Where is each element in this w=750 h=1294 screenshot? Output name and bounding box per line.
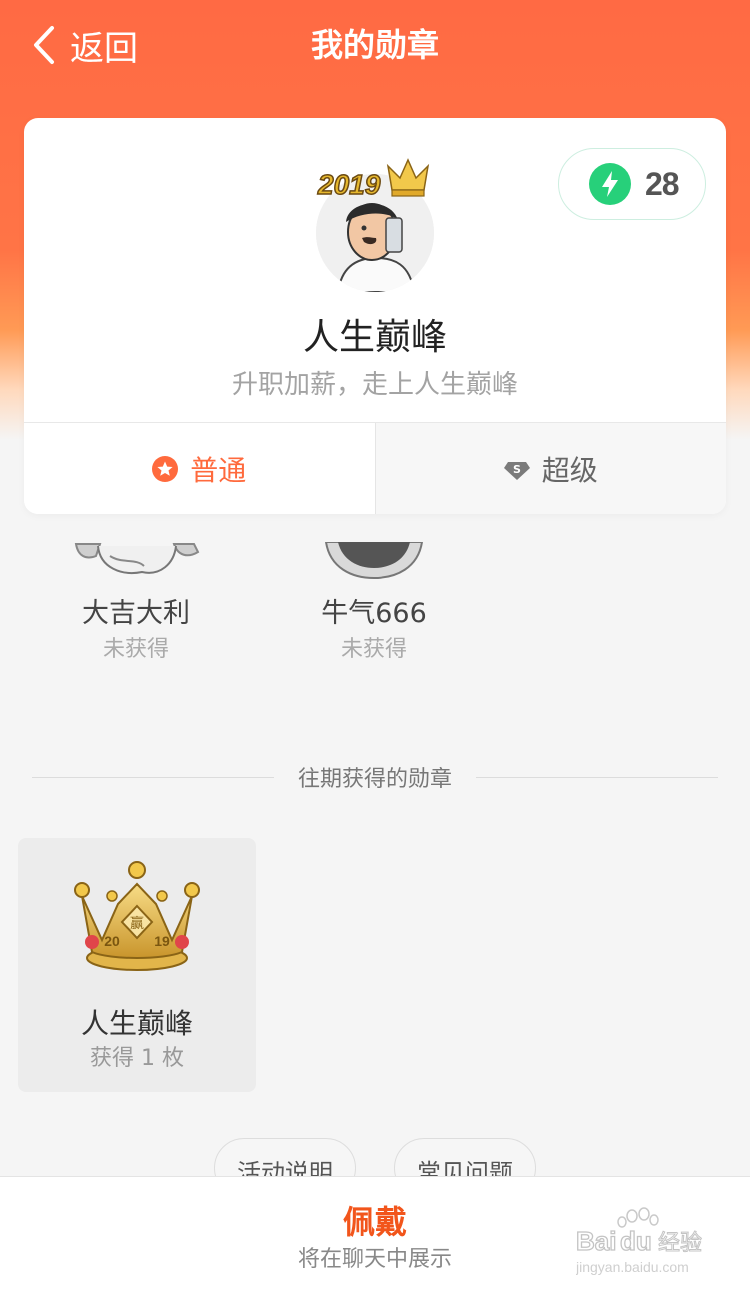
lightning-icon — [589, 163, 631, 205]
medal-art-niuqi — [324, 542, 424, 580]
tab-super[interactable]: S 超级 — [374, 423, 726, 514]
badge-avatar[interactable]: 2019 — [310, 148, 440, 298]
past-medal-name: 人生巅峰 — [80, 1007, 193, 1040]
current-badge-card: 2019 28 人生巅峰 升职加薪，走上人生巅峰 普通 S 超级 — [24, 118, 726, 514]
watermark-url: jingyan.baidu.com — [576, 1259, 689, 1275]
medal-item[interactable]: 大吉大利 未获得 — [16, 596, 256, 668]
medal-item[interactable]: 牛气666 未获得 — [254, 596, 494, 668]
watermark-brand: Bai — [576, 1226, 616, 1256]
tab-normal[interactable]: 普通 — [24, 423, 375, 514]
tab-normal-label: 普通 — [190, 453, 247, 487]
crown-year-right: 19 — [154, 933, 170, 949]
tab-super-label: 超级 — [541, 453, 598, 487]
baidu-jingyan-watermark: Bai du 经验 jingyan.baidu.com — [576, 1207, 703, 1275]
section-heading: 往期获得的勋章 — [298, 767, 453, 792]
divider — [32, 776, 274, 778]
avatar-year-text: 2019 — [317, 169, 381, 200]
nav-bar: 返回 我的勋章 — [0, 0, 750, 92]
watermark-brand2: du — [620, 1226, 652, 1256]
medal-art-daji — [74, 543, 200, 574]
medal-name: 大吉大利 — [82, 598, 190, 629]
svg-text:S: S — [513, 463, 521, 476]
past-medal-card[interactable]: 赢 20 19 人生巅峰 获得 1 枚 — [18, 838, 256, 1092]
badge-description: 升职加薪，走上人生巅峰 — [231, 370, 518, 400]
watermark-brand-cn: 经验 — [658, 1231, 702, 1256]
badge-title: 人生巅峰 — [302, 317, 447, 358]
energy-counter[interactable]: 28 — [558, 148, 706, 220]
diamond-s-icon: S — [503, 461, 530, 480]
year-crown-icon: 2019 — [316, 158, 430, 201]
crown-year-left: 20 — [104, 933, 120, 949]
medal-status: 未获得 — [340, 637, 407, 662]
badge-type-tabs: 普通 S 超级 — [24, 422, 726, 514]
page-title: 我的勋章 — [310, 26, 439, 64]
crown-icon: 赢 20 19 — [74, 861, 200, 971]
star-circle-icon — [152, 455, 179, 482]
medal-status: 未获得 — [102, 637, 169, 662]
past-medal-count: 获得 1 枚 — [90, 1046, 184, 1071]
crown-text: 赢 — [130, 915, 144, 932]
past-medals-heading: 往期获得的勋章 — [32, 760, 719, 794]
energy-count: 28 — [645, 165, 680, 202]
divider — [476, 776, 719, 778]
medal-name: 牛气666 — [321, 598, 427, 629]
